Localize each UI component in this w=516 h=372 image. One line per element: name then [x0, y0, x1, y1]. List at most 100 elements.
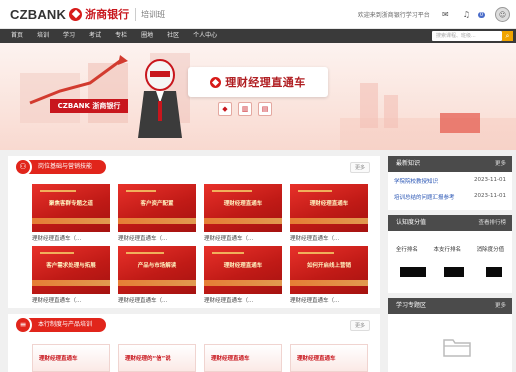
thumbnail-text: 理财经理直通车	[39, 356, 78, 362]
latest-knowledge-panel: 最新知识 更多 学院院校教授知识 2023-11-01 培训总结的问题汇报参考 …	[388, 156, 512, 210]
course-thumbnail: 理财经理直通车	[290, 184, 368, 232]
score-ranking-panel: 认知度分值 查看排行榜 全行排名 本支行排名 消除度分值	[388, 215, 512, 293]
course-card[interactable]: 聚焦客群专题之道 理财经理直通车（...	[32, 184, 110, 242]
thumbnail-text: 产品与市场解读	[137, 263, 177, 269]
news-date: 2023-11-01	[474, 193, 506, 199]
nav-item-community[interactable]: 社区	[160, 29, 186, 43]
news-title: 培训总结的问题汇报参考	[394, 195, 455, 201]
redacted-value	[486, 267, 502, 277]
banner-icon-row: ◆ ▥ ▤	[218, 102, 272, 116]
site-name: 培训班	[135, 7, 170, 21]
banner-brand-logo: CZBANK 浙商银行	[50, 99, 128, 113]
course-thumbnail: 客户需求处理与拓展	[32, 246, 110, 294]
nav-item-column[interactable]: 专栏	[108, 29, 134, 43]
brand-name-en: CZBANK	[10, 6, 67, 22]
more-link[interactable]: 更多	[495, 156, 506, 172]
search-input[interactable]: 搜索课程、班级...	[432, 31, 502, 41]
list-icon: ≡	[14, 316, 32, 334]
course-card[interactable]: 理财经理直通车	[32, 344, 110, 372]
section-basic-skills: ⚇ 岗位基础与营销技能 更多 聚焦客群专题之道 理财经理直通车（... 客户资产…	[8, 156, 380, 308]
chart-icon: ▥	[238, 102, 252, 116]
thumbnail-text: 理财经理的“信”说	[125, 356, 171, 362]
bell-icon[interactable]: ♫	[461, 9, 472, 20]
course-title: 理财经理直通车（...	[32, 236, 82, 242]
news-item[interactable]: 学院院校教授知识 2023-11-01	[394, 177, 506, 187]
study-zone-panel: 学习专题区 更多	[388, 298, 512, 372]
more-button[interactable]: 更多	[349, 162, 370, 173]
course-thumbnail: 客户资产配置	[118, 184, 196, 232]
top-bar: CZBANK 浙商银行 培训班 欢迎来到浙商银行学习平台 ✉ ♫ 0 ☺	[0, 0, 516, 29]
shield-icon: ◆	[218, 102, 232, 116]
banner-title: 理财经理直通车	[225, 76, 306, 89]
course-title: 理财经理直通车（...	[290, 236, 340, 242]
avatar[interactable]: ☺	[495, 7, 510, 22]
course-card[interactable]: 理财经理直通车 理财经理直通车（...	[204, 184, 282, 242]
course-card[interactable]: 理财经理的“信”说	[118, 344, 196, 372]
nav-item-circle[interactable]: 圈地	[134, 29, 160, 43]
banner-logo-icon	[210, 76, 222, 88]
search-icon: ⌕	[505, 31, 510, 40]
brand-logo[interactable]: CZBANK 浙商银行 培训班	[10, 6, 170, 22]
thumbnail-text: 如何开启线上营销	[306, 263, 351, 269]
course-title: 理财经理直通车（...	[118, 298, 168, 304]
course-card[interactable]: 产品与市场解读 理财经理直通车（...	[118, 246, 196, 304]
course-title: 理财经理直通车（...	[118, 236, 168, 242]
thumbnail-text: 理财经理直通车	[309, 201, 349, 207]
section-title-text: 岗位基础与营销技能	[38, 163, 93, 170]
hero-banner[interactable]: 理财经理直通车 ◆ ▥ ▤ CZBANK 浙商银行	[0, 43, 516, 150]
nav-item-study[interactable]: 学习	[56, 29, 82, 43]
empty-folder-icon	[443, 339, 471, 357]
thumbnail-text: 理财经理直通车	[223, 201, 263, 207]
thumbnail-text: 理财经理直通车	[223, 263, 263, 269]
thumbnail-text: 客户需求处理与拓展	[46, 263, 96, 269]
main-nav: 首页 培训 学习 考试 专栏 圈地 社区 个人中心 搜索课程、班级... ⌕	[0, 29, 516, 43]
section-title-text: 本行制度与产品培训	[38, 321, 93, 328]
course-thumbnail: 理财经理直通车	[204, 246, 282, 294]
course-thumbnail: 聚焦客群专题之道	[32, 184, 110, 232]
course-card[interactable]: 理财经理直通车	[204, 344, 282, 372]
more-button[interactable]: 更多	[349, 320, 370, 331]
nav-item-training[interactable]: 培训	[30, 29, 56, 43]
news-title: 学院院校教授知识	[394, 179, 439, 185]
section-title: ⚇ 岗位基础与营销技能	[14, 158, 107, 176]
notify-badge: 0	[477, 11, 485, 18]
redacted-value	[444, 267, 464, 277]
rank-col-label: 全行排名	[395, 247, 418, 253]
panel-title: 学习专题区	[396, 302, 427, 309]
course-card[interactable]: 理财经理直通车	[290, 344, 368, 372]
banner-title-box: 理财经理直通车	[188, 67, 328, 97]
course-thumbnail: 理财经理直通车	[204, 184, 282, 232]
brand-name-cn: 浙商银行	[85, 8, 130, 21]
more-link[interactable]: 更多	[495, 298, 506, 314]
nav-item-profile[interactable]: 个人中心	[186, 29, 224, 43]
welcome-link[interactable]: 欢迎来到浙商银行学习平台	[358, 10, 430, 19]
thumbnail-text: 理财经理直通车	[211, 356, 250, 362]
search-button[interactable]: ⌕	[502, 31, 513, 41]
rank-col-label: 消除度分值	[476, 247, 505, 253]
top-right-tools: 欢迎来到浙商银行学习平台 ✉ ♫ 0 ☺	[358, 7, 510, 22]
news-item[interactable]: 培训总结的问题汇报参考 2023-11-01	[394, 193, 506, 203]
leaderboard-link[interactable]: 查看排行榜	[478, 215, 506, 231]
course-title: 理财经理直通车（...	[204, 298, 254, 304]
course-thumbnail: 如何开启线上营销	[290, 246, 368, 294]
rank-col-label: 本支行排名	[433, 247, 461, 253]
course-card[interactable]: 理财经理直通车 理财经理直通车（...	[204, 246, 282, 304]
course-card[interactable]: 客户资产配置 理财经理直通车（...	[118, 184, 196, 242]
course-card[interactable]: 客户需求处理与拓展 理财经理直通车（...	[32, 246, 110, 304]
course-grid: 聚焦客群专题之道 理财经理直通车（... 客户资产配置 理财经理直通车（... …	[32, 184, 368, 304]
section-title: ≡ 本行制度与产品培训	[14, 316, 107, 334]
user-icon: ⚇	[14, 158, 32, 176]
section-products: ≡ 本行制度与产品培训 更多 理财经理直通车 理财经理的“信”说 理财经理直通车…	[8, 314, 380, 372]
brand-mark-icon	[69, 7, 83, 21]
course-card[interactable]: 如何开启线上营销 理财经理直通车（...	[290, 246, 368, 304]
course-card[interactable]: 理财经理直通车 理财经理直通车（...	[290, 184, 368, 242]
panel-title: 最新知识	[396, 160, 421, 167]
course-title: 理财经理直通车（...	[290, 298, 340, 304]
course-title: 理财经理直通车（...	[204, 236, 254, 242]
thumbnail-text: 客户资产配置	[140, 201, 174, 207]
book-icon: ▤	[258, 102, 272, 116]
nav-item-exam[interactable]: 考试	[82, 29, 108, 43]
nav-item-home[interactable]: 首页	[4, 29, 30, 43]
panel-title: 认知度分值	[396, 219, 427, 226]
mail-icon[interactable]: ✉	[440, 9, 451, 20]
